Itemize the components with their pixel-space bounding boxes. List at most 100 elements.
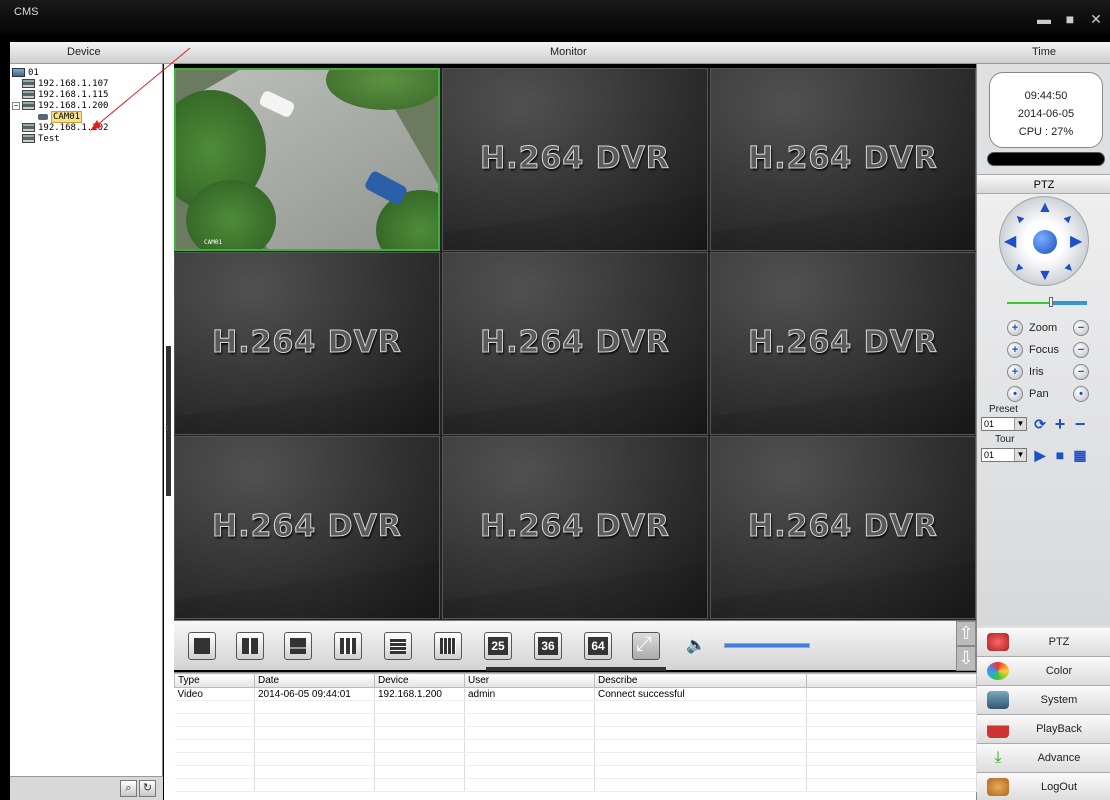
arrow-left-icon[interactable]: ◀: [1004, 234, 1016, 250]
video-tile-8[interactable]: H.264 DVR: [442, 436, 708, 619]
ptz-controls: ▲ ▼ ◀ ▶ ▲ ▲ ▼ ▼ + Zoom − + Focus − + Iri…: [977, 194, 1110, 626]
mute-icon[interactable]: 🔈: [686, 635, 710, 657]
menu-system-label: System: [1040, 694, 1078, 706]
scroll-up-icon[interactable]: ⇧: [956, 621, 976, 646]
logout-icon: [987, 778, 1009, 796]
tree-device-label: Test: [38, 134, 60, 144]
video-tile-9[interactable]: H.264 DVR: [710, 436, 976, 619]
pan-left-button[interactable]: •: [1007, 386, 1023, 402]
focus-far-button[interactable]: −: [1073, 342, 1089, 358]
menu-ptz[interactable]: PTZ: [977, 628, 1110, 657]
layout-6-button[interactable]: [284, 632, 312, 660]
col-type[interactable]: Type: [174, 673, 255, 688]
layout-16-button[interactable]: [434, 632, 462, 660]
col-extra: [806, 673, 977, 688]
layout-4-button[interactable]: [236, 632, 264, 660]
video-tile-3[interactable]: H.264 DVR: [710, 68, 976, 251]
video-tile-1[interactable]: CAM01: [174, 68, 440, 251]
preset-select[interactable]: 01 ▼: [981, 417, 1027, 431]
arrow-down-left-icon[interactable]: ▼: [1009, 258, 1029, 278]
tree-camera-label: CAM01: [51, 111, 83, 123]
menu-color[interactable]: Color: [977, 657, 1110, 686]
tour-value: 01: [984, 450, 995, 460]
tree-device[interactable]: 192.168.1.107: [12, 79, 108, 90]
volume-slider[interactable]: [724, 643, 810, 648]
tree-root[interactable]: 01: [12, 68, 108, 79]
iris-close-button[interactable]: −: [1073, 364, 1089, 380]
col-device[interactable]: Device: [374, 673, 465, 688]
menu-system[interactable]: System: [977, 686, 1110, 715]
joystick-center[interactable]: [1033, 230, 1057, 254]
menu-logout[interactable]: LogOut: [977, 773, 1110, 800]
preset-remove-icon[interactable]: −: [1071, 415, 1089, 433]
log-panel-grip[interactable]: [486, 667, 666, 671]
close-icon[interactable]: ✕: [1088, 12, 1104, 26]
layout-25-button[interactable]: 25: [484, 632, 512, 660]
zoom-out-button[interactable]: −: [1073, 320, 1089, 336]
table-row: [174, 778, 977, 792]
col-date[interactable]: Date: [254, 673, 375, 688]
ptz-joystick[interactable]: ▲ ▼ ◀ ▶ ▲ ▲ ▼ ▼: [999, 196, 1089, 286]
video-tile-7[interactable]: H.264 DVR: [174, 436, 440, 619]
tree-device[interactable]: 192.168.1.202: [12, 123, 108, 134]
layout-36-button[interactable]: 36: [534, 632, 562, 660]
ptz-heading: PTZ: [977, 174, 1110, 194]
layout-13-button[interactable]: [384, 632, 412, 660]
ptz-speed-slider[interactable]: [1007, 297, 1087, 307]
collapse-icon[interactable]: −: [12, 101, 20, 110]
fullscreen-icon[interactable]: ⤢: [632, 632, 660, 660]
scroll-down-icon[interactable]: ⇩: [956, 646, 976, 671]
preset-value: 01: [984, 419, 995, 429]
focus-near-button[interactable]: +: [1007, 342, 1023, 358]
device-panel: 01 192.168.1.107 192.168.1.115 − 192.168.…: [10, 64, 163, 800]
tour-grid-icon[interactable]: ▦: [1071, 447, 1089, 463]
tour-play-icon[interactable]: ▶: [1031, 447, 1049, 463]
collapse-left-icon[interactable]: ‹: [165, 422, 169, 434]
tree-camera[interactable]: CAM01: [12, 111, 108, 123]
tree-device[interactable]: Test: [12, 134, 108, 145]
device-panel-footer: ⌕ ↻: [10, 776, 163, 800]
preset-add-icon[interactable]: +: [1051, 415, 1069, 433]
tour-select[interactable]: 01 ▼: [981, 448, 1027, 462]
menu-playback[interactable]: PlayBack: [977, 715, 1110, 744]
video-tile-2[interactable]: H.264 DVR: [442, 68, 708, 251]
table-header-row: Type Date Device User Describe: [174, 673, 977, 688]
minimize-icon[interactable]: ▬: [1036, 12, 1052, 26]
arrow-down-right-icon[interactable]: ▼: [1059, 258, 1079, 278]
layout-9-button[interactable]: [334, 632, 362, 660]
iris-open-button[interactable]: +: [1007, 364, 1023, 380]
arrow-right-icon[interactable]: ▶: [1070, 234, 1082, 250]
video-tile-5[interactable]: H.264 DVR: [442, 252, 708, 435]
col-describe[interactable]: Describe: [594, 673, 807, 688]
search-icon[interactable]: ⌕: [120, 780, 137, 797]
col-user[interactable]: User: [464, 673, 595, 688]
no-video-placeholder: H.264 DVR: [212, 509, 402, 545]
video-tile-4[interactable]: H.264 DVR: [174, 252, 440, 435]
pan-right-button[interactable]: •: [1073, 386, 1089, 402]
arrow-up-left-icon[interactable]: ▲: [1009, 208, 1029, 228]
tree-device-label: 192.168.1.107: [38, 79, 109, 89]
tree-device-label: 192.168.1.200: [38, 101, 109, 111]
menu-advance[interactable]: ⤓ Advance: [977, 744, 1110, 773]
maximize-icon[interactable]: ■: [1062, 12, 1078, 26]
layout-64-button[interactable]: 64: [584, 632, 612, 660]
panel-splitter[interactable]: ‹: [164, 64, 174, 800]
arrow-up-icon[interactable]: ▲: [1037, 200, 1053, 216]
video-tile-6[interactable]: H.264 DVR: [710, 252, 976, 435]
table-row[interactable]: Video 2014-06-05 09:44:01 192.168.1.200 …: [174, 687, 977, 701]
camera-icon: [38, 113, 48, 120]
no-video-placeholder: H.264 DVR: [748, 141, 938, 177]
zoom-in-button[interactable]: +: [1007, 320, 1023, 336]
arrow-up-right-icon[interactable]: ▲: [1059, 208, 1079, 228]
refresh-icon[interactable]: ↻: [139, 780, 156, 797]
preset-call-icon[interactable]: ⟳: [1031, 416, 1049, 432]
focus-row: + Focus −: [1007, 342, 1097, 360]
splitter-handle[interactable]: [166, 346, 171, 496]
tree-device[interactable]: 192.168.1.115: [12, 90, 108, 101]
layout-64-label: 64: [588, 637, 608, 655]
pan-row: • Pan •: [1007, 386, 1097, 404]
tour-stop-icon[interactable]: ■: [1051, 447, 1069, 463]
layout-1-button[interactable]: [188, 632, 216, 660]
cell-device: 192.168.1.200: [374, 687, 465, 701]
arrow-down-icon[interactable]: ▼: [1037, 268, 1053, 284]
